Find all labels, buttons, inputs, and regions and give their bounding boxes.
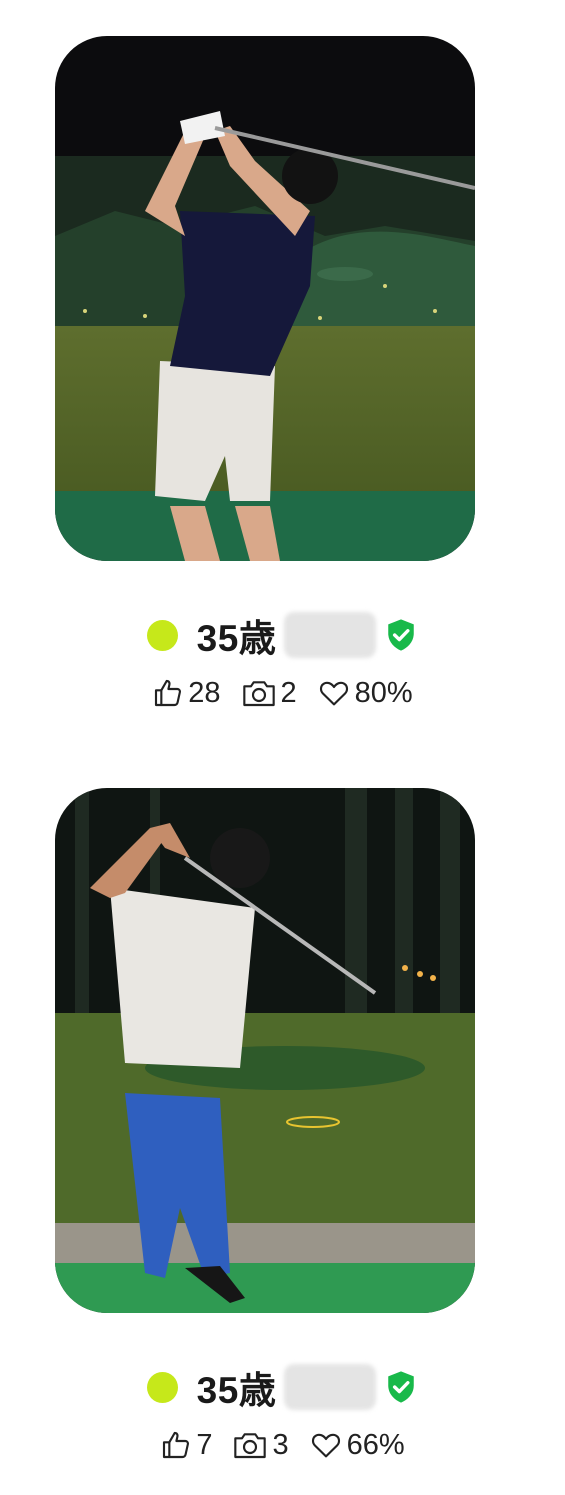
likes-count: 28 (188, 676, 221, 709)
photos-stat: 3 (232, 1428, 289, 1462)
photos-count: 3 (272, 1428, 289, 1461)
likes-count: 7 (196, 1428, 213, 1461)
blurred-username (284, 1364, 377, 1410)
camera-icon (242, 681, 275, 707)
match-stat: 80% (317, 677, 413, 710)
match-percent: 66% (346, 1428, 405, 1461)
camera-icon (234, 1433, 267, 1459)
blurred-username (284, 612, 377, 658)
heart-icon (311, 1433, 340, 1458)
online-status-dot (146, 619, 178, 651)
photos-stat: 2 (241, 677, 297, 710)
match-percent: 80% (354, 676, 413, 709)
thumbs-up-icon (155, 679, 182, 707)
profile-photo-golfer-2[interactable] (55, 788, 475, 1313)
profile-photo-golfer-1[interactable] (55, 36, 475, 561)
online-status-dot (146, 1371, 178, 1403)
verified-shield-icon (388, 619, 415, 651)
profile-card-2[interactable]: 35歳 7 3 66% (0, 752, 565, 1495)
match-stat: 66% (309, 1429, 405, 1462)
profile-age: 35歳 (196, 1370, 277, 1411)
profile-card-1[interactable]: 35歳 28 2 80% (0, 0, 565, 740)
verified-shield-icon (388, 1371, 415, 1403)
photos-count: 2 (280, 676, 297, 709)
profile-age: 35歳 (196, 618, 277, 659)
thumbs-up-icon (163, 1431, 190, 1459)
likes-stat: 28 (152, 676, 221, 710)
heart-icon (319, 681, 348, 706)
likes-stat: 7 (160, 1429, 212, 1462)
